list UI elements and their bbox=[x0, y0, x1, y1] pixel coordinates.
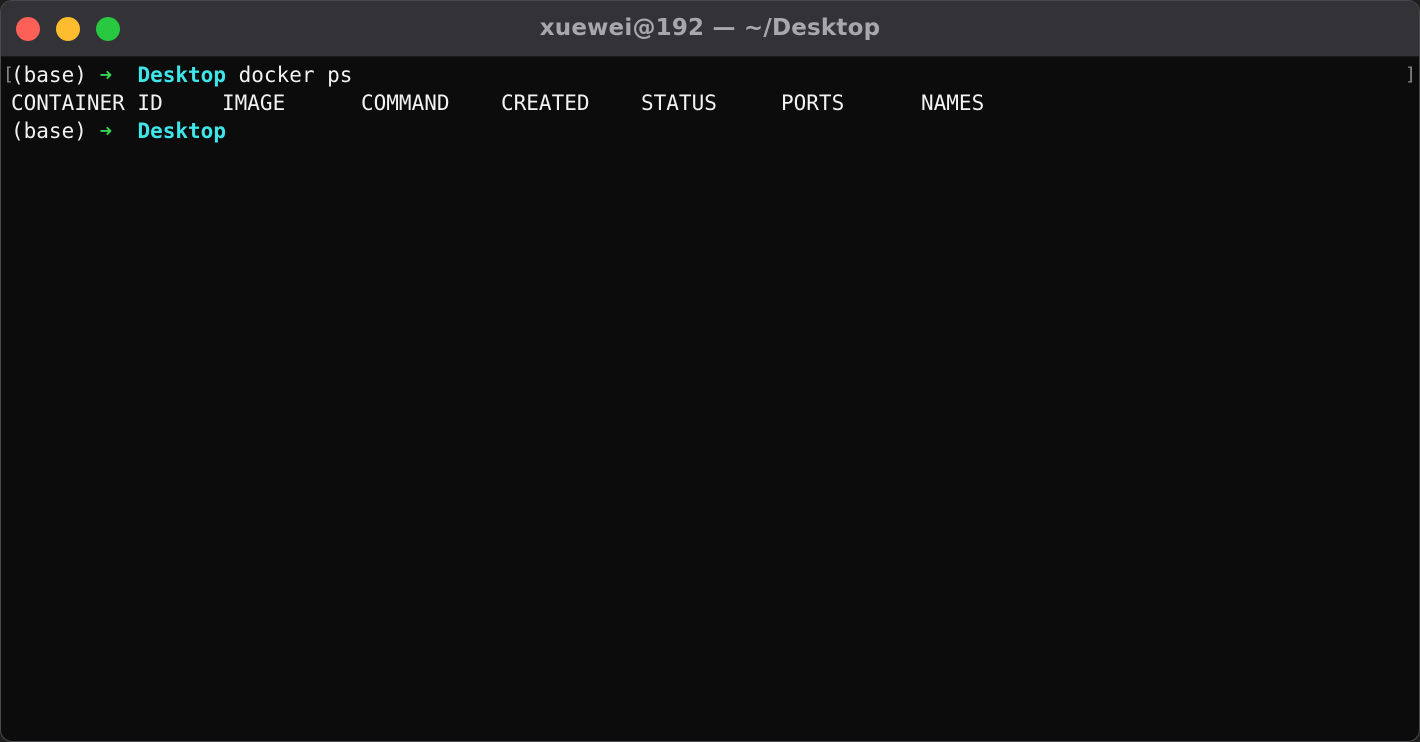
conda-env: (base) bbox=[11, 119, 87, 143]
column-header-container-id: CONTAINER ID bbox=[11, 91, 163, 115]
window-title: xuewei@192 — ~/Desktop bbox=[539, 15, 881, 41]
prompt-line: (base) ➜ Desktop bbox=[11, 117, 1409, 145]
conda-env: (base) bbox=[11, 63, 87, 87]
prompt-arrow-icon: ➜ bbox=[99, 119, 113, 143]
column-header-ports: PORTS bbox=[781, 91, 845, 115]
prompt-line: (base) ➜ Desktop docker ps bbox=[11, 61, 1409, 89]
prompt-arrow-icon: ➜ bbox=[99, 63, 113, 87]
title-bar[interactable]: xuewei@192 — ~/Desktop bbox=[1, 1, 1419, 57]
terminal-window: xuewei@192 — ~/Desktop [ ] (base) ➜ Desk… bbox=[0, 0, 1420, 742]
prompt-directory: Desktop bbox=[137, 63, 226, 87]
docker-header-row: CONTAINER ID IMAGE COMMAND CREATED STATU… bbox=[11, 89, 1409, 117]
column-header-image: IMAGE bbox=[222, 91, 286, 115]
terminal-content[interactable]: (base) ➜ Desktop docker ps CONTAINER ID … bbox=[11, 61, 1409, 741]
column-header-status: STATUS bbox=[641, 91, 717, 115]
command-text: docker ps bbox=[238, 63, 353, 87]
column-header-created: CREATED bbox=[501, 91, 590, 115]
column-header-names: NAMES bbox=[921, 91, 985, 115]
column-header-command: COMMAND bbox=[361, 91, 450, 115]
prompt-directory: Desktop bbox=[137, 119, 226, 143]
